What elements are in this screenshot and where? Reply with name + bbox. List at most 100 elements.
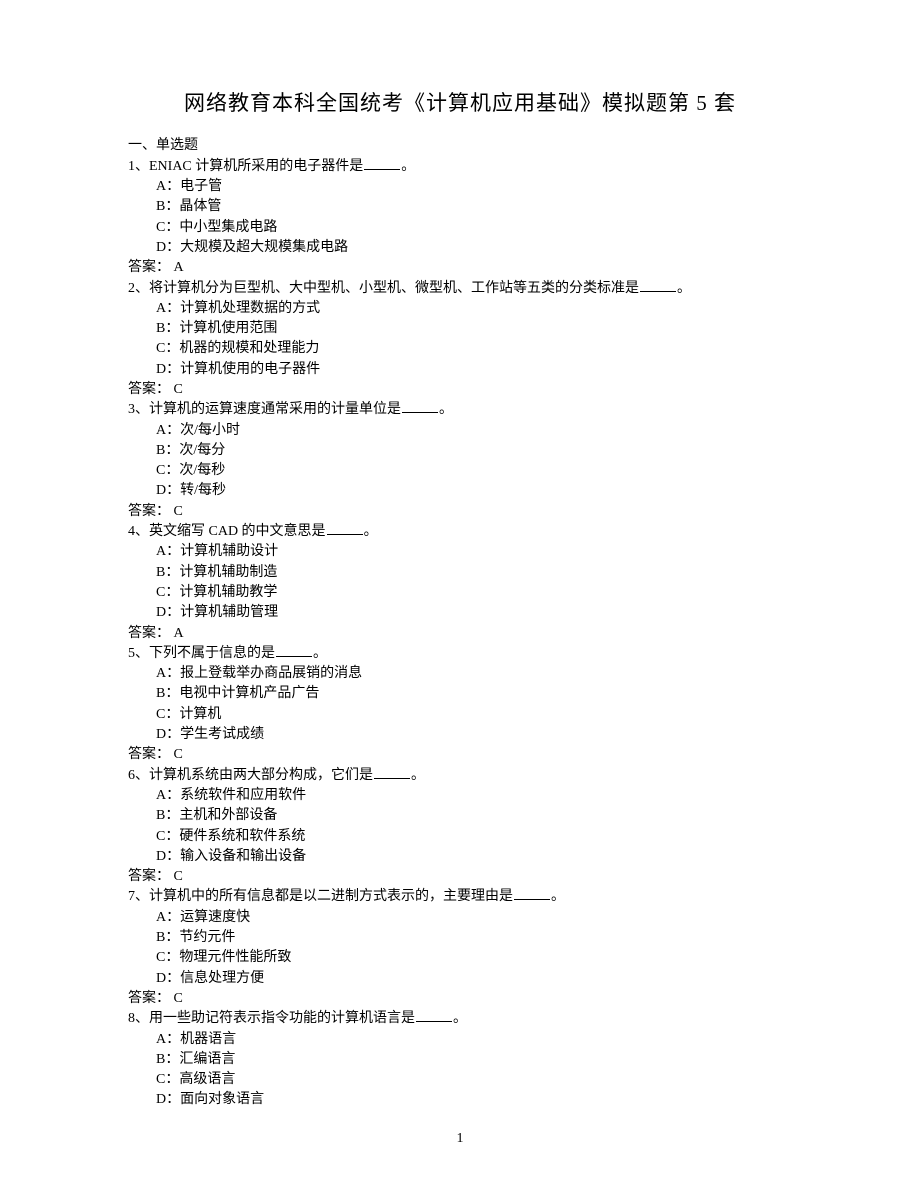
option-text: 学生考试成绩	[180, 727, 264, 742]
option-text: 汇编语言	[179, 1052, 235, 1067]
question-number: 3、	[128, 402, 149, 417]
option-label: C：	[156, 950, 179, 965]
option-label: A：	[156, 910, 180, 925]
option-b: B：计算机辅助制造	[156, 563, 792, 583]
question: 3、计算机的运算速度通常采用的计量单位是。A：次/每小时B：次/每分C：次/每秒…	[128, 400, 792, 522]
option-a: A：运算速度快	[156, 908, 792, 928]
option-c: C：计算机辅助教学	[156, 583, 792, 603]
fill-blank	[416, 1010, 452, 1023]
question-number: 2、	[128, 281, 149, 296]
option-label: D：	[156, 727, 180, 742]
question-text: 用一些助记符表示指令功能的计算机语言是	[149, 1011, 415, 1026]
answer-value: A	[174, 260, 184, 275]
answer-label: 答案：	[128, 260, 174, 275]
option-a: A：报上登载举办商品展销的消息	[156, 664, 792, 684]
option-label: A：	[156, 788, 180, 803]
option-label: A：	[156, 666, 180, 681]
option-text: 计算机辅助设计	[180, 544, 278, 559]
option-text: 次/每秒	[179, 463, 225, 478]
option-a: A：系统软件和应用软件	[156, 786, 792, 806]
option-text: 计算机	[179, 707, 221, 722]
option-d: D：计算机使用的电子器件	[156, 360, 792, 380]
option-label: D：	[156, 605, 180, 620]
question: 4、英文缩写 CAD 的中文意思是。A：计算机辅助设计B：计算机辅助制造C：计算…	[128, 522, 792, 644]
option-label: C：	[156, 829, 179, 844]
option-text: 电子管	[180, 179, 222, 194]
answer-value: C	[174, 382, 183, 397]
option-b: B：次/每分	[156, 441, 792, 461]
option-text: 计算机辅助制造	[179, 565, 277, 580]
option-text: 计算机辅助管理	[180, 605, 278, 620]
question: 7、计算机中的所有信息都是以二进制方式表示的，主要理由是。A：运算速度快B：节约…	[128, 887, 792, 1009]
option-text: 电视中计算机产品广告	[179, 686, 319, 701]
option-text: 硬件系统和软件系统	[179, 829, 305, 844]
question-stem: 2、将计算机分为巨型机、大中型机、小型机、微型机、工作站等五类的分类标准是 。	[128, 279, 792, 299]
question-number: 5、	[128, 646, 149, 661]
option-b: B：节约元件	[156, 928, 792, 948]
option-text: 机器的规模和处理能力	[179, 341, 319, 356]
option-text: 面向对象语言	[180, 1092, 264, 1107]
question: 2、将计算机分为巨型机、大中型机、小型机、微型机、工作站等五类的分类标准是。A：…	[128, 279, 792, 401]
answer-value: C	[174, 991, 183, 1006]
question-text-suffix: 。	[439, 402, 453, 417]
fill-blank	[402, 401, 438, 414]
option-text: 晶体管	[179, 199, 221, 214]
option-b: B：汇编语言	[156, 1050, 792, 1070]
option-label: C：	[156, 220, 179, 235]
option-text: 中小型集成电路	[179, 220, 277, 235]
question-number: 6、	[128, 768, 149, 783]
option-a: A：次/每小时	[156, 421, 792, 441]
question-stem: 3、计算机的运算速度通常采用的计量单位是。	[128, 400, 792, 420]
option-c: C：计算机	[156, 705, 792, 725]
answer-line: 答案： C	[128, 867, 792, 887]
option-label: A：	[156, 423, 180, 438]
fill-blank	[364, 157, 400, 170]
option-text: 转/每秒	[180, 483, 226, 498]
fill-blank	[514, 888, 550, 901]
option-label: C：	[156, 585, 179, 600]
question-stem: 8、用一些助记符表示指令功能的计算机语言是。	[128, 1009, 792, 1029]
option-c: C：机器的规模和处理能力	[156, 339, 792, 359]
answer-line: 答案： C	[128, 989, 792, 1009]
question: 5、下列不属于信息的是。A：报上登载举办商品展销的消息B：电视中计算机产品广告C…	[128, 644, 792, 766]
questions-container: 1、ENIAC 计算机所采用的电子器件是。A：电子管B：晶体管C：中小型集成电路…	[128, 157, 792, 1111]
option-text: 运算速度快	[180, 910, 250, 925]
option-label: C：	[156, 707, 179, 722]
question-text-suffix: 。	[551, 889, 565, 904]
option-d: D：大规模及超大规模集成电路	[156, 238, 792, 258]
option-d: D：转/每秒	[156, 481, 792, 501]
option-d: D：学生考试成绩	[156, 725, 792, 745]
question-text-suffix: 。	[677, 281, 691, 296]
option-text: 高级语言	[179, 1072, 235, 1087]
answer-line: 答案： A	[128, 258, 792, 278]
answer-value: C	[174, 504, 183, 519]
option-c: C：次/每秒	[156, 461, 792, 481]
answer-line: 答案： C	[128, 745, 792, 765]
option-label: D：	[156, 362, 180, 377]
question-stem: 6、计算机系统由两大部分构成，它们是。	[128, 766, 792, 786]
question-text: 将计算机分为巨型机、大中型机、小型机、微型机、工作站等五类的分类标准是	[149, 281, 639, 296]
answer-value: A	[174, 626, 184, 641]
option-text: 计算机辅助教学	[179, 585, 277, 600]
question-text: 英文缩写 CAD 的中文意思是	[149, 524, 326, 539]
option-text: 大规模及超大规模集成电路	[180, 240, 348, 255]
answer-label: 答案：	[128, 747, 174, 762]
answer-label: 答案：	[128, 869, 174, 884]
option-a: A：机器语言	[156, 1030, 792, 1050]
option-text: 机器语言	[180, 1032, 236, 1047]
option-a: A：电子管	[156, 177, 792, 197]
page-number: 1	[0, 1129, 920, 1149]
document-title: 网络教育本科全国统考《计算机应用基础》模拟题第 5 套	[128, 88, 792, 118]
option-text: 信息处理方便	[180, 971, 264, 986]
fill-blank	[640, 279, 676, 292]
option-label: B：	[156, 930, 179, 945]
fill-blank	[276, 644, 312, 657]
option-text: 报上登载举办商品展销的消息	[180, 666, 362, 681]
option-text: 输入设备和输出设备	[180, 849, 306, 864]
option-label: B：	[156, 686, 179, 701]
option-text: 计算机使用范围	[179, 321, 277, 336]
option-label: A：	[156, 179, 180, 194]
question-number: 8、	[128, 1011, 149, 1026]
option-label: B：	[156, 321, 179, 336]
question-stem: 4、英文缩写 CAD 的中文意思是。	[128, 522, 792, 542]
